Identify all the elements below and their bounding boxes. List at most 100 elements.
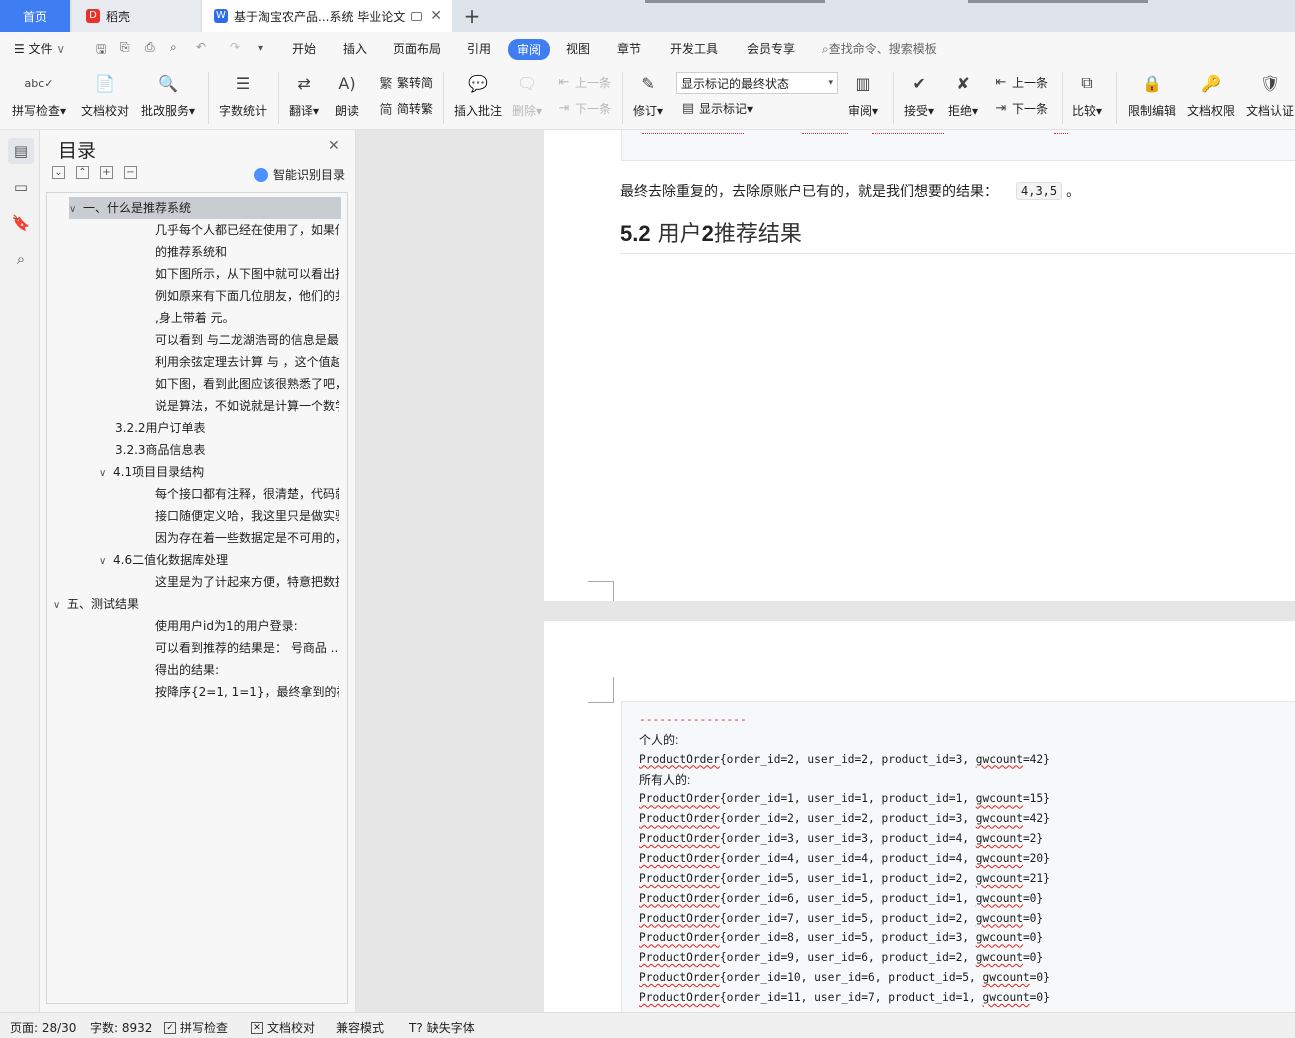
close-icon[interactable]: ✕ — [328, 138, 340, 154]
revise-service-button[interactable]: 🔍 批改服务▾ — [141, 70, 195, 119]
delete-comment-button[interactable]: 🗨 删除▾ — [512, 70, 542, 119]
word-count-indicator[interactable]: 字数: 8932 — [90, 1019, 152, 1036]
collapse-up-icon[interactable]: ⌃ — [76, 166, 89, 179]
file-menu[interactable]: ☰ 文件 ∨ — [14, 40, 65, 57]
status-spell-check[interactable]: ✓ 拼写检查 — [164, 1019, 228, 1036]
word-count-button[interactable]: ☰ 字数统计 — [219, 70, 267, 119]
close-tab-icon[interactable]: ✕ — [430, 8, 442, 24]
toc-item[interactable]: 每个接口都有注释，很清楚，代码就... — [155, 483, 339, 505]
toc-item[interactable]: ∨ 五、测试结果 — [53, 593, 339, 615]
review-pane-button[interactable]: ▥ 审阅▾ — [848, 70, 878, 119]
expand-all-icon[interactable]: + — [100, 166, 113, 179]
menu-view[interactable]: 视图 — [566, 40, 590, 57]
compare-button[interactable]: ⧉ 比较▾ — [1072, 70, 1102, 119]
toc-item[interactable]: 如下图，看到此图应该很熟悉了吧，... — [155, 373, 339, 395]
menu-insert[interactable]: 插入 — [343, 40, 367, 57]
prev-change-button[interactable]: ⇤ 上一条 — [993, 74, 1048, 91]
document-page[interactable]: 最终去除重复的，去除原账户已有的，就是我们想要的结果： 4,3,5 。 5.2 … — [544, 130, 1295, 601]
code-class-name: ProductOrder — [639, 931, 720, 945]
collapse-all-icon[interactable]: − — [124, 166, 137, 179]
toc-item[interactable]: 接口随便定义哈，我这里只是做实验... — [155, 505, 339, 527]
print-preview-icon[interactable]: ⌕ — [170, 40, 177, 55]
toc-item[interactable]: ∨ 一、什么是推荐系统 — [69, 197, 341, 219]
toc-item[interactable]: 几乎每个人都已经在使用了，如果你... — [155, 219, 339, 241]
toc-item[interactable]: 利用余弦定理去计算 与 ，这个值越... — [155, 351, 339, 373]
command-search[interactable]: ⌕查找命令、搜索模板 — [822, 40, 937, 57]
bookmark-icon[interactable]: 🔖 — [8, 210, 34, 236]
markup-state-select[interactable]: 显示标记的最终状态 ▾ — [676, 72, 838, 94]
chevron-down-icon[interactable]: ∨ — [53, 595, 67, 615]
prev-comment-icon: ⇤ — [558, 75, 570, 90]
toc-nav-icon[interactable]: ▤ — [8, 138, 34, 164]
restrict-edit-button[interactable]: 🔒 限制编辑 — [1128, 70, 1176, 119]
toc-item[interactable]: 这里是为了计起来方便，特意把数据... — [155, 571, 339, 593]
export-pdf-icon[interactable]: ⎘ — [120, 40, 130, 55]
menu-review[interactable]: 审阅 — [508, 39, 551, 60]
toc-item[interactable]: 得出的结果: — [155, 659, 339, 681]
page-indicator[interactable]: 页面: 28/30 — [10, 1019, 76, 1036]
track-changes-button[interactable]: ✎ 修订▾ — [633, 70, 663, 119]
toc-item[interactable]: 说是算法，不如说就是计算一个数学... — [155, 395, 339, 417]
toc-item[interactable]: 可以看到推荐的结果是： 号商品 ... — [155, 637, 339, 659]
menu-member[interactable]: 会员专享 — [747, 40, 795, 57]
insert-comment-button[interactable]: 💬 插入批注 — [454, 70, 502, 119]
toc-item[interactable]: 按降序{2=1, 1=1}，最终拿到的被推... — [155, 681, 339, 703]
doc-cert-button[interactable]: 🛡 文档认证 — [1246, 70, 1294, 119]
spell-error-mark — [802, 131, 848, 134]
toc-item[interactable]: 的推荐系统和 — [155, 241, 339, 263]
chapter-nav-icon[interactable]: ▭ — [8, 174, 34, 200]
redo-icon[interactable]: ↷ — [230, 40, 240, 54]
save-icon[interactable]: 🖫 — [96, 40, 106, 61]
toc-item[interactable]: ∨ 4.6二值化数据库处理 — [99, 549, 339, 571]
undo-icon[interactable]: ↶ — [196, 40, 206, 54]
toc-item[interactable]: ∨ 4.1项目目录结构 — [99, 461, 339, 483]
search-icon[interactable]: ⌕ — [8, 246, 34, 272]
next-change-button[interactable]: ⇥ 下一条 — [993, 100, 1048, 117]
spell-check-button[interactable]: abc✓ 拼写检查▾ — [12, 70, 66, 119]
smart-toc-button[interactable]: 智能识别目录 — [254, 166, 345, 183]
menu-chapter[interactable]: 章节 — [617, 40, 641, 57]
read-aloud-button[interactable]: A) 朗读 — [334, 70, 360, 119]
tab-home[interactable]: 首页 — [0, 0, 70, 32]
chevron-down-icon[interactable]: ∨ — [69, 199, 83, 219]
collapse-down-icon[interactable]: ⌄ — [52, 166, 65, 179]
result-text: 最终去除重复的，去除原账户已有的，就是我们想要的结果： — [620, 184, 998, 200]
missing-font[interactable]: T? 缺失字体 — [409, 1019, 475, 1036]
new-tab-button[interactable]: + — [462, 0, 482, 32]
toc-item[interactable]: 使用用户id为1的用户登录: — [155, 615, 339, 637]
trad-to-simp-button[interactable]: 繁繁转简 — [378, 74, 433, 92]
toc-item[interactable]: ,身上带着 元。 — [155, 307, 339, 329]
next-comment-button[interactable]: ⇥ 下一条 — [556, 100, 611, 117]
simp-to-trad-button[interactable]: 简简转繁 — [378, 100, 433, 118]
toc-item[interactable]: 可以看到 与二龙湖浩哥的信息是最... — [155, 329, 339, 351]
doc-permission-button[interactable]: 🔑 文档权限 — [1187, 70, 1235, 119]
quick-access-dropdown-icon[interactable]: ▾ — [258, 43, 263, 54]
compat-mode[interactable]: 兼容模式 — [336, 1019, 384, 1036]
toc-item[interactable]: 3.2.2用户订单表 — [115, 417, 339, 439]
menu-developer[interactable]: 开发工具 — [670, 40, 718, 57]
tab-document[interactable]: W 基于淘宝农产品...系统 毕业论文 ✕ — [202, 0, 452, 32]
translate-label: 翻译 — [289, 104, 314, 118]
doc-proofread-button[interactable]: 📄 文档校对 — [81, 70, 129, 119]
code-block-tail — [621, 130, 1295, 161]
print-icon[interactable]: ⎙ — [145, 40, 155, 55]
chevron-down-icon[interactable]: ∨ — [99, 551, 113, 571]
menu-page-layout[interactable]: 页面布局 — [393, 40, 441, 57]
toc-item[interactable]: 因为存在着一些数据定是不可用的，... — [155, 527, 339, 549]
window-float-icon[interactable] — [411, 11, 422, 21]
toc-item[interactable]: 3.2.3商品信息表 — [115, 439, 339, 461]
chevron-down-icon[interactable]: ∨ — [99, 463, 113, 483]
document-page[interactable]: ---------------- 个人的: ProductOrder{order_i… — [544, 621, 1295, 1012]
menu-references[interactable]: 引用 — [467, 40, 491, 57]
toc-item[interactable]: 例如原来有下面几位朋友，他们的共... — [155, 285, 339, 307]
toc-item-label: 的推荐系统和 — [155, 245, 228, 259]
prev-comment-button[interactable]: ⇤ 上一条 — [556, 74, 611, 91]
translate-button[interactable]: ⇄ 翻译▾ — [289, 70, 319, 119]
accept-button[interactable]: ✔ 接受▾ — [904, 70, 934, 119]
reject-button[interactable]: ✘ 拒绝▾ — [948, 70, 978, 119]
tab-daoke[interactable]: D 稻壳 — [72, 0, 200, 32]
toc-item[interactable]: 如下图所示，从下图中就可以看出推... — [155, 263, 339, 285]
show-markup-button[interactable]: ▤ 显示标记 ▾ — [680, 100, 753, 117]
menu-start[interactable]: 开始 — [292, 40, 316, 57]
status-proofread[interactable]: ✕ 文档校对 — [251, 1019, 315, 1036]
